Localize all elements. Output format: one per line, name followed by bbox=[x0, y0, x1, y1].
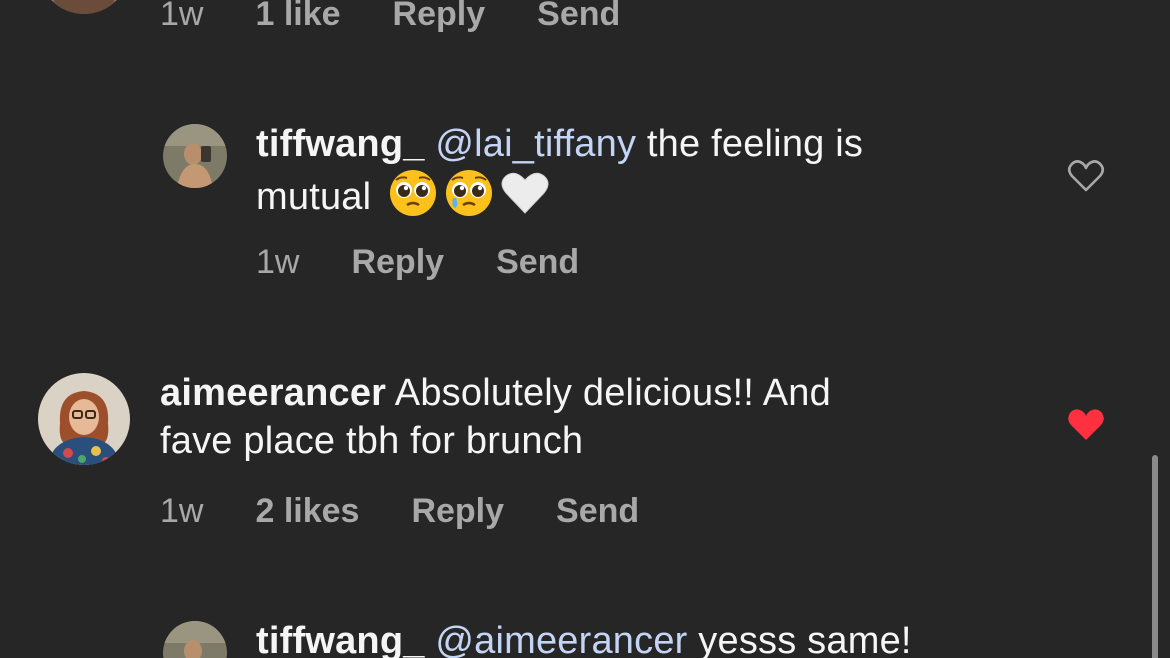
comment-text: tiffwang_ @lai_tiffany the feeling is mu… bbox=[256, 120, 863, 221]
comment-time: 1w bbox=[160, 492, 204, 530]
comment-meta: 1w Reply Send bbox=[256, 242, 579, 282]
send-button[interactable]: Send bbox=[537, 0, 620, 34]
comment-username[interactable]: tiffwang_ bbox=[256, 123, 425, 165]
comment-mention[interactable]: @lai_tiffany bbox=[435, 123, 636, 165]
comment-meta: 1w 1 like Reply Send bbox=[160, 0, 620, 34]
pleading-face-icon bbox=[444, 168, 494, 218]
avatar[interactable] bbox=[163, 124, 227, 188]
avatar[interactable] bbox=[163, 621, 227, 658]
comment-mention[interactable]: @aimeerancer bbox=[435, 620, 687, 658]
likes-count-button[interactable]: 2 likes bbox=[255, 491, 359, 531]
comment-time: 1w bbox=[160, 0, 204, 33]
comment-body: Absolutely delicious!! And bbox=[386, 372, 831, 414]
comment-text: aimeerancer Absolutely delicious!! And f… bbox=[160, 369, 831, 465]
pleading-face-icon bbox=[388, 168, 438, 218]
comment-text: tiffwang_ @aimeerancer yesss same! bbox=[256, 617, 912, 658]
comment-body-line2: mutual bbox=[256, 176, 372, 218]
avatar[interactable] bbox=[38, 0, 130, 14]
scrollbar[interactable] bbox=[1152, 455, 1158, 658]
comment-body: the feeling is bbox=[636, 123, 864, 165]
liked-heart-icon[interactable] bbox=[1067, 407, 1105, 443]
likes-count-button[interactable]: 1 like bbox=[255, 0, 340, 34]
comment-username[interactable]: tiffwang_ bbox=[256, 620, 425, 658]
comment-time: 1w bbox=[256, 243, 300, 281]
avatar[interactable] bbox=[38, 373, 130, 465]
comment-username[interactable]: aimeerancer bbox=[160, 372, 386, 414]
like-heart-icon[interactable] bbox=[1067, 158, 1105, 194]
reply-button[interactable]: Reply bbox=[351, 242, 444, 282]
reply-button[interactable]: Reply bbox=[411, 491, 504, 531]
comment-meta: 1w 2 likes Reply Send bbox=[160, 491, 639, 531]
send-button[interactable]: Send bbox=[556, 491, 639, 531]
comment-body: yesss same! bbox=[687, 620, 912, 658]
reply-button[interactable]: Reply bbox=[393, 0, 486, 34]
comments-screen: 1w 1 like Reply Send tiffwang_ @lai_tiff… bbox=[0, 0, 1170, 658]
comment-body-line2: fave place tbh for brunch bbox=[160, 420, 584, 462]
send-button[interactable]: Send bbox=[496, 242, 579, 282]
white-heart-icon bbox=[500, 168, 550, 218]
